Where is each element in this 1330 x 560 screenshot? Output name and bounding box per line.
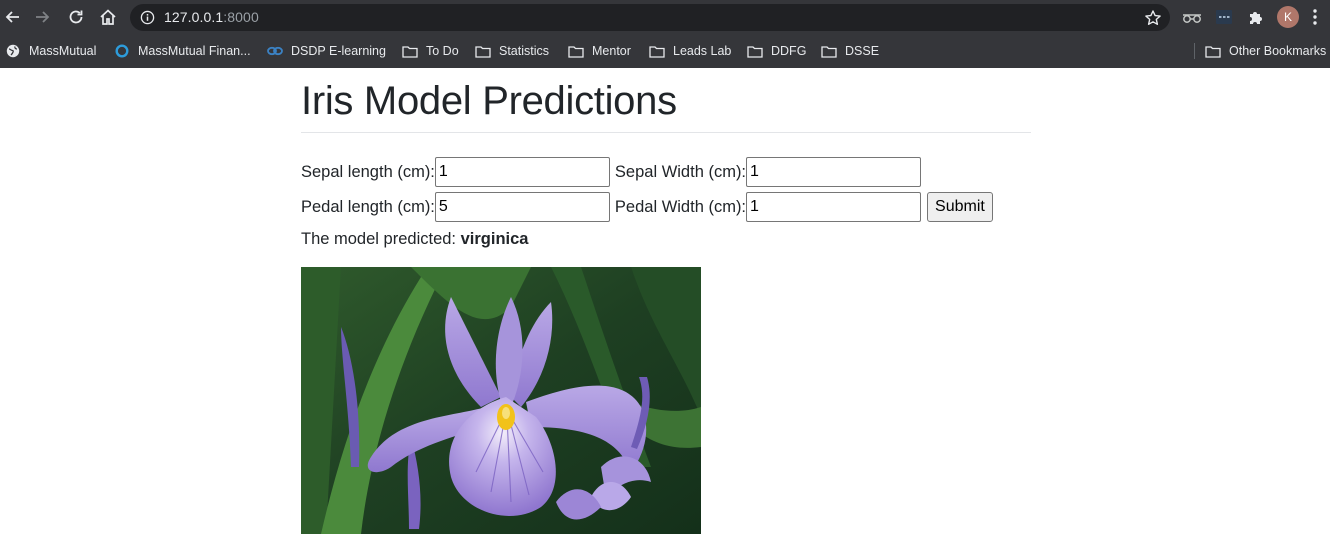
url-host: 127.0.0.1	[164, 9, 224, 25]
browser-chrome: 127.0.0.1:8000 K MassMutual MassMutual F…	[0, 0, 1330, 68]
bookmark-leads-lab[interactable]: Leads Lab	[649, 42, 731, 60]
prediction-value: virginica	[460, 230, 529, 248]
sepal-length-input[interactable]	[434, 157, 610, 187]
bookmark-label: MassMutual	[29, 44, 97, 58]
browser-toolbar: 127.0.0.1:8000 K	[0, 0, 1330, 34]
folder-icon	[402, 44, 418, 58]
extension-icon[interactable]	[1213, 6, 1235, 28]
bookmark-label: DSDP E-learning	[291, 44, 386, 58]
bookmark-dsdp-elearning[interactable]: DSDP E-learning	[267, 42, 386, 60]
page-title: Iris Model Predictions	[301, 79, 677, 123]
home-icon	[100, 9, 116, 25]
folder-icon	[475, 44, 491, 58]
bookmarks-separator	[1194, 43, 1195, 59]
bookmark-label: To Do	[426, 44, 459, 58]
sepal-width-input[interactable]	[746, 157, 922, 187]
pedal-length-input[interactable]	[434, 192, 610, 222]
title-divider	[301, 132, 1031, 133]
bookmark-label: DDFG	[771, 44, 807, 58]
url-port: :8000	[223, 9, 259, 25]
form-row-sepal: Sepal length (cm): Sepal Width (cm):	[301, 157, 926, 187]
home-button[interactable]	[96, 5, 120, 29]
reload-button[interactable]	[64, 5, 88, 29]
prediction-prefix: The model predicted:	[301, 230, 461, 248]
link-logo-icon	[267, 44, 283, 58]
pedal-length-label: Pedal length (cm):	[301, 197, 435, 216]
pedal-width-input[interactable]	[746, 192, 922, 222]
globe-icon	[5, 44, 21, 58]
bookmark-other-bookmarks[interactable]: Other Bookmarks	[1205, 42, 1326, 60]
bookmarks-bar: MassMutual MassMutual Finan... DSDP E-le…	[0, 34, 1330, 68]
bookmark-ddfg[interactable]: DDFG	[747, 42, 806, 60]
bookmark-label: Other Bookmarks	[1229, 44, 1327, 58]
folder-icon	[568, 44, 584, 58]
bookmark-todo[interactable]: To Do	[402, 42, 459, 60]
sepal-length-label: Sepal length (cm):	[301, 162, 435, 181]
reload-icon	[69, 10, 83, 24]
folder-icon	[649, 44, 665, 58]
menu-kebab-icon[interactable]	[1304, 6, 1326, 28]
puzzle-extensions-icon[interactable]	[1245, 6, 1267, 28]
submit-button[interactable]: Submit	[927, 192, 993, 222]
address-bar[interactable]: 127.0.0.1:8000	[130, 4, 1170, 31]
bookmark-label: MassMutual Finan...	[138, 44, 251, 58]
iris-flower-image	[301, 267, 701, 534]
back-arrow-icon	[5, 11, 19, 23]
pedal-width-label: Pedal Width (cm):	[614, 197, 747, 216]
prediction-text: The model predicted: virginica	[301, 230, 528, 249]
folder-icon	[1205, 44, 1221, 58]
sepal-width-label: Sepal Width (cm):	[614, 162, 747, 181]
bookmark-label: DSSE	[845, 44, 880, 58]
back-button[interactable]	[0, 5, 24, 29]
bookmark-massmutual-finan[interactable]: MassMutual Finan...	[114, 42, 251, 60]
incognito-glasses-icon[interactable]	[1181, 6, 1203, 28]
forward-button[interactable]	[31, 5, 55, 29]
bookmark-statistics[interactable]: Statistics	[475, 42, 549, 60]
bookmark-label: Leads Lab	[673, 44, 732, 58]
folder-icon	[747, 44, 763, 58]
bookmark-mentor[interactable]: Mentor	[568, 42, 631, 60]
bookmark-massmutual[interactable]: MassMutual	[5, 42, 96, 60]
url-text[interactable]: 127.0.0.1:8000	[164, 9, 259, 25]
circle-logo-icon	[114, 44, 130, 58]
bookmark-label: Mentor	[592, 44, 631, 58]
page-content: Iris Model Predictions Sepal length (cm)…	[301, 68, 1031, 534]
profile-avatar[interactable]: K	[1277, 6, 1299, 28]
folder-icon	[821, 44, 837, 58]
bookmark-star-icon[interactable]	[1144, 9, 1162, 27]
info-icon[interactable]	[140, 10, 155, 25]
form-row-pedal: Pedal length (cm): Pedal Width (cm): Sub…	[301, 192, 993, 222]
forward-arrow-icon	[36, 11, 50, 23]
bookmark-dsse[interactable]: DSSE	[821, 42, 879, 60]
bookmark-label: Statistics	[499, 44, 550, 58]
